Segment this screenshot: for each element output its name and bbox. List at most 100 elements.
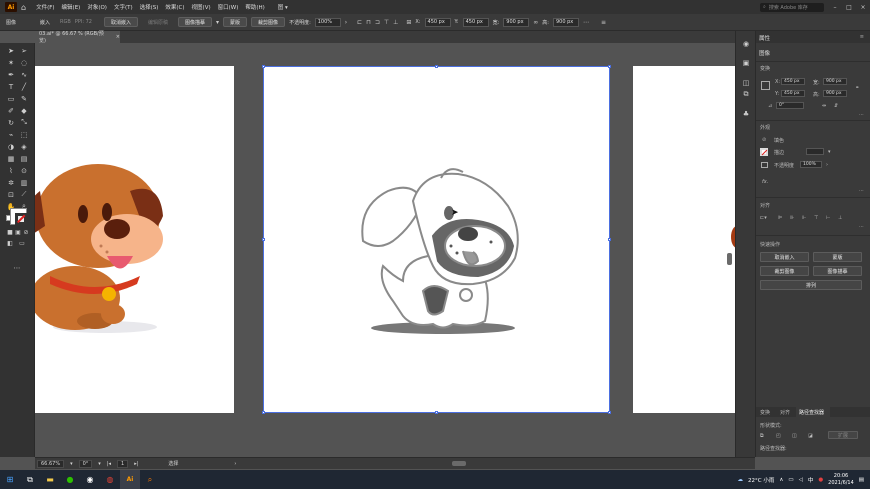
- menu-select[interactable]: 选择(S): [140, 3, 159, 11]
- align-right-icon[interactable]: ⊩: [802, 215, 806, 221]
- opacity-field[interactable]: 100%: [800, 161, 822, 168]
- horizontal-scrollbar[interactable]: [452, 461, 467, 466]
- eraser-icon[interactable]: ◆: [19, 106, 29, 115]
- menu-help[interactable]: 帮助(H): [245, 3, 264, 11]
- volume-icon[interactable]: ◁: [799, 477, 803, 483]
- paintbrush-icon[interactable]: ✎: [19, 94, 29, 103]
- magic-wand-icon[interactable]: ✶: [6, 58, 16, 67]
- perspective-grid-icon[interactable]: ▦: [6, 154, 16, 163]
- align-vcenter-icon[interactable]: ⊢: [826, 215, 830, 221]
- minimize-button[interactable]: –: [828, 4, 842, 11]
- appearance-more-icon[interactable]: ⋯: [859, 188, 864, 194]
- search-app-icon[interactable]: ⌕: [140, 470, 160, 489]
- selection-bounding-box[interactable]: [262, 65, 611, 414]
- home-icon[interactable]: ⌂: [21, 3, 26, 12]
- rotate-tool-icon[interactable]: ↻: [6, 118, 16, 127]
- menu-file[interactable]: 文件(F): [36, 3, 54, 11]
- expand-button[interactable]: 扩展: [828, 431, 858, 439]
- first-artboard-icon[interactable]: |◂: [107, 461, 111, 467]
- stroke-dropdown-icon[interactable]: ▾: [828, 149, 831, 155]
- gradient-tool-icon[interactable]: ▤: [19, 154, 29, 163]
- align-bottom-icon[interactable]: ⊥: [838, 215, 842, 221]
- warp-tool-icon[interactable]: ⌁: [6, 130, 16, 139]
- symbol-sprayer-icon[interactable]: ✲: [6, 178, 16, 187]
- reference-point-icon[interactable]: [761, 81, 770, 90]
- line-tool-icon[interactable]: ╱: [19, 82, 29, 91]
- illustrator-taskbar-icon[interactable]: Ai: [120, 470, 140, 489]
- menu-effect[interactable]: 效果(C): [165, 3, 184, 11]
- panel-menu-icon[interactable]: ≡: [860, 34, 864, 40]
- menu-window[interactable]: 窗口(W): [218, 3, 239, 11]
- align-top-icon[interactable]: ⊤: [814, 215, 818, 221]
- canvas-area[interactable]: ➤: [35, 43, 735, 457]
- rotate-dropdown-icon[interactable]: ▾: [98, 461, 101, 467]
- align-left-icon[interactable]: ⊫: [778, 215, 782, 221]
- edit-toolbar-icon[interactable]: ⋯: [12, 263, 22, 272]
- draw-mode-icon[interactable]: ◧: [5, 239, 15, 248]
- rotate-field[interactable]: 0°: [78, 459, 93, 468]
- transform-more-icon[interactable]: ⋯: [583, 19, 589, 26]
- x-field[interactable]: 450 px: [424, 17, 451, 27]
- rectangle-tool-icon[interactable]: ▭: [6, 94, 16, 103]
- align-right-icon[interactable]: ⊐: [375, 19, 380, 26]
- opacity-arrow-icon[interactable]: ›: [345, 19, 347, 26]
- artboard-field[interactable]: 1: [117, 459, 129, 468]
- weather-text[interactable]: 22°C 小雨: [748, 476, 774, 484]
- curvature-tool-icon[interactable]: ∿: [19, 70, 29, 79]
- none-mode-icon[interactable]: ⊘: [21, 228, 31, 237]
- transform-more-icon[interactable]: ⋯: [859, 112, 864, 118]
- handle-bottom-center[interactable]: [435, 411, 438, 414]
- minus-front-icon[interactable]: ◰: [776, 433, 781, 439]
- unite-icon[interactable]: ⧉: [760, 433, 764, 439]
- crop-image-button[interactable]: 裁剪图像: [251, 17, 286, 27]
- wechat-icon[interactable]: ●: [60, 470, 80, 489]
- align-hcenter-icon[interactable]: ⊪: [790, 215, 794, 221]
- handle-top-center[interactable]: [435, 65, 438, 68]
- align-left-icon[interactable]: ⊏: [357, 19, 362, 26]
- exclude-icon[interactable]: ◪: [808, 433, 813, 439]
- symbols-panel-icon[interactable]: ♣: [741, 109, 751, 118]
- start-icon[interactable]: ⊞: [0, 470, 20, 489]
- eyedropper-icon[interactable]: ⌇: [6, 166, 16, 175]
- properties-panel-icon[interactable]: ◉: [741, 39, 751, 48]
- align-to-icon[interactable]: ⊏▾: [760, 215, 767, 221]
- flip-vertical-icon[interactable]: ⇵: [834, 103, 838, 109]
- height-field[interactable]: 900 px: [823, 90, 847, 97]
- qq-icon[interactable]: ◉: [80, 470, 100, 489]
- brushes-panel-icon[interactable]: ⧉: [741, 90, 751, 99]
- constrain-proportions-icon[interactable]: ⚭: [855, 85, 859, 91]
- swatches-panel-icon[interactable]: ◫: [741, 78, 751, 87]
- opacity-arrow-icon[interactable]: ›: [826, 162, 828, 168]
- x-field[interactable]: 450 px: [781, 78, 805, 85]
- reference-point-icon[interactable]: ⊞: [406, 19, 411, 26]
- link-proportions-icon[interactable]: ∞: [533, 19, 538, 26]
- graph-tool-icon[interactable]: ▥: [19, 178, 29, 187]
- vertical-scrollbar[interactable]: [727, 253, 732, 265]
- stroke-swatch[interactable]: [760, 148, 768, 156]
- type-tool-icon[interactable]: T: [6, 82, 16, 91]
- panel-menu-icon[interactable]: ≡: [601, 19, 606, 26]
- workspace-switcher[interactable]: 图 ▾: [278, 3, 288, 11]
- tab-transform[interactable]: 变换: [760, 409, 770, 416]
- menu-type[interactable]: 文字(T): [114, 3, 133, 11]
- handle-bottom-left[interactable]: [262, 411, 265, 414]
- stock-search-input[interactable]: ⌕ 搜索 Adobe 库存: [760, 2, 824, 12]
- width-field[interactable]: 900 px: [823, 78, 847, 85]
- close-tab-icon[interactable]: ×: [116, 34, 120, 40]
- blend-tool-icon[interactable]: ⊙: [19, 166, 29, 175]
- y-field[interactable]: 450 px: [781, 90, 805, 97]
- artboard-tool-icon[interactable]: ⊡: [6, 190, 16, 199]
- chrome-icon[interactable]: ◍: [100, 470, 120, 489]
- scale-tool-icon[interactable]: ⤡: [19, 118, 29, 127]
- direct-selection-tool-icon[interactable]: ➢: [19, 46, 29, 55]
- edit-original-button[interactable]: 编辑原稿: [142, 17, 174, 27]
- app-tray-icon[interactable]: ●: [818, 477, 823, 483]
- maximize-button[interactable]: □: [842, 4, 856, 11]
- fx-button[interactable]: fx.: [762, 179, 768, 185]
- handle-top-right[interactable]: [608, 65, 611, 68]
- tab-pathfinder[interactable]: 路径查找器: [799, 409, 824, 416]
- libraries-panel-icon[interactable]: ▣: [741, 58, 751, 67]
- shaper-tool-icon[interactable]: ✐: [6, 106, 16, 115]
- menu-view[interactable]: 视图(V): [192, 3, 211, 11]
- handle-top-left[interactable]: [262, 65, 265, 68]
